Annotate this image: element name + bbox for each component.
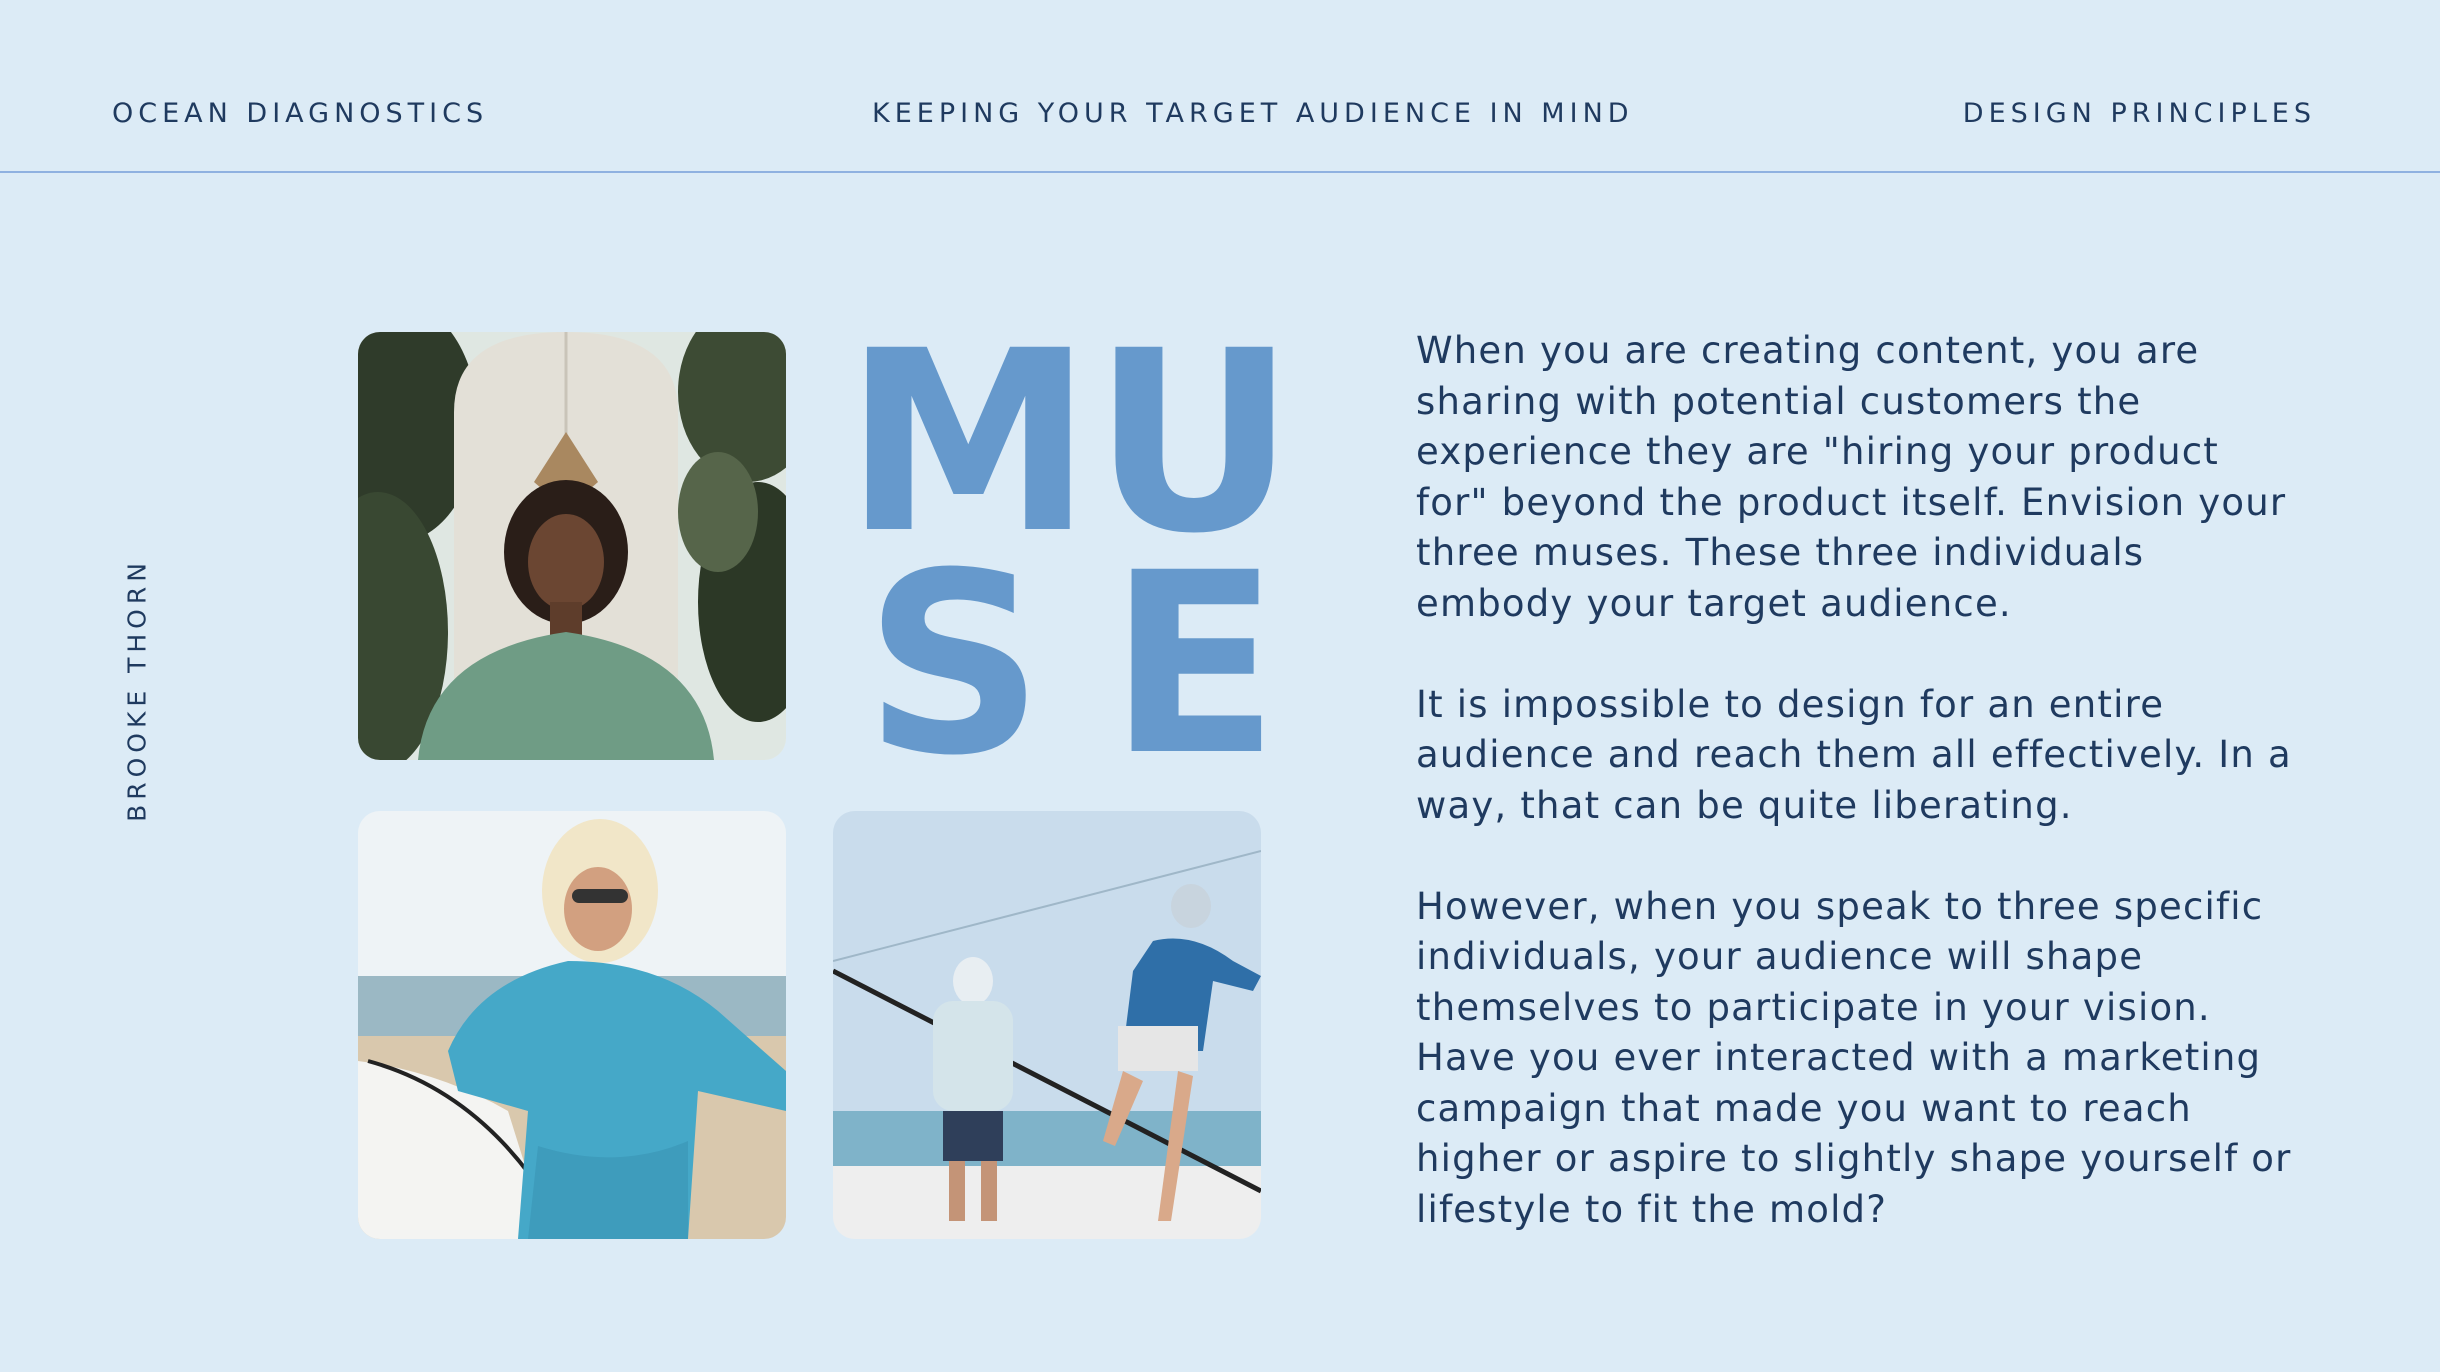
muse-photo-surfer — [358, 332, 786, 760]
section-label: DESIGN PRINCIPLES — [1962, 98, 2316, 129]
muse-photo-boat — [833, 811, 1261, 1239]
muse-title: M U S E — [844, 318, 1304, 790]
muse-photo-beach — [358, 811, 786, 1239]
body-paragraph: However, when you speak to three specifi… — [1416, 884, 2292, 1231]
author-name: BROOKE THORN — [122, 558, 152, 822]
title-letter: S — [863, 519, 1045, 810]
title-letter: E — [1108, 519, 1280, 810]
brand-name: OCEAN DIAGNOSTICS — [112, 98, 489, 129]
body-paragraph: It is impossible to design for an entire… — [1416, 682, 2292, 827]
slide-subtitle: KEEPING YOUR TARGET AUDIENCE IN MIND — [872, 98, 1634, 129]
body-copy: When you are creating content, you are s… — [1416, 326, 2296, 1286]
body-paragraph: When you are creating content, you are s… — [1416, 329, 2287, 625]
slide-header: OCEAN DIAGNOSTICS KEEPING YOUR TARGET AU… — [0, 0, 2440, 173]
